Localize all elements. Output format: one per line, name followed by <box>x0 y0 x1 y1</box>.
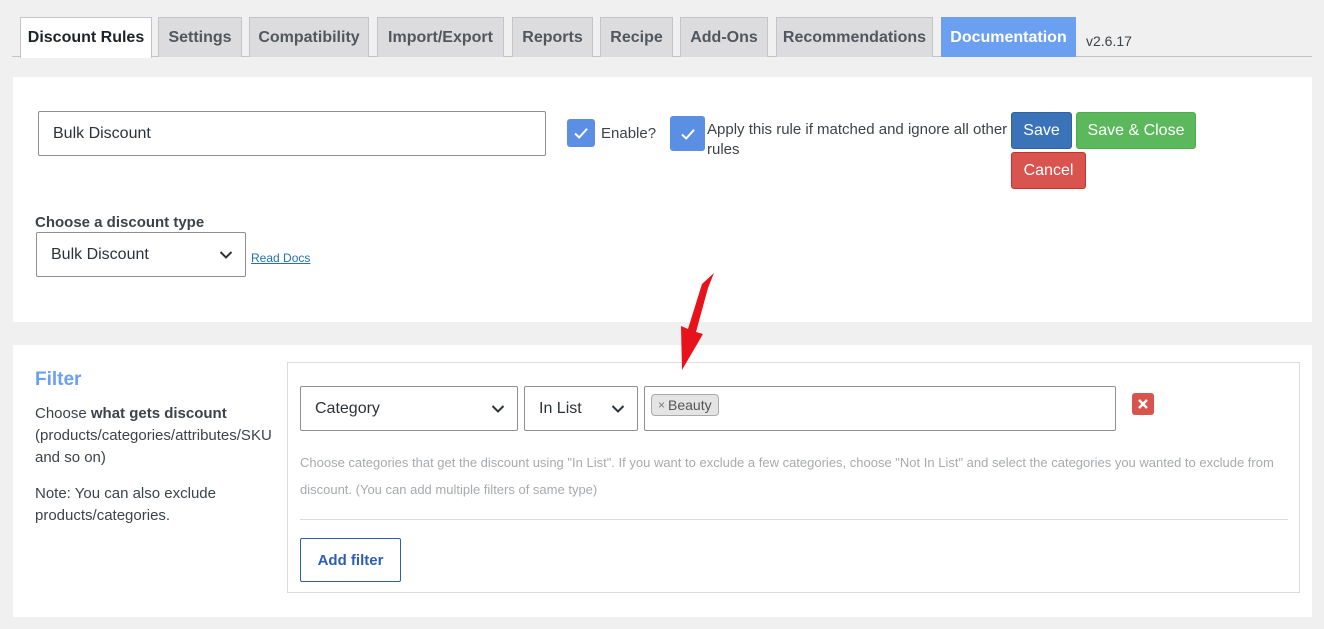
selected-tag: × Beauty <box>651 394 719 416</box>
read-docs-link[interactable]: Read Docs <box>251 251 310 265</box>
red-arrow-icon <box>681 273 714 370</box>
version-label: v2.6.17 <box>1086 33 1132 49</box>
tab-documentation[interactable]: Documentation <box>941 17 1076 57</box>
tab-import-export[interactable]: Import/Export <box>377 17 504 57</box>
chevron-down-icon <box>611 404 625 413</box>
filter-box: Category In List × Beauty Choose categor… <box>287 362 1300 593</box>
save-button[interactable]: Save <box>1011 112 1072 149</box>
tab-add-ons[interactable]: Add-Ons <box>680 17 768 57</box>
add-filter-button[interactable]: Add filter <box>300 538 401 582</box>
chevron-down-icon <box>219 250 233 259</box>
remove-filter-button[interactable] <box>1132 393 1154 415</box>
tab-reports[interactable]: Reports <box>512 17 593 57</box>
tab-recommendations[interactable]: Recommendations <box>776 17 933 57</box>
close-icon <box>1138 399 1148 409</box>
enable-checkbox[interactable] <box>567 119 595 147</box>
discount-type-label: Choose a discount type <box>35 214 205 231</box>
exclusive-checkbox[interactable] <box>670 116 705 151</box>
rule-panel: Enable? Apply this rule if matched and i… <box>13 77 1312 322</box>
discount-type-select[interactable]: Bulk Discount <box>36 232 246 277</box>
exclusive-label: Apply this rule if matched and ignore al… <box>707 121 1008 158</box>
category-multiselect[interactable]: × Beauty <box>644 386 1116 431</box>
filter-method-select[interactable]: In List <box>524 386 638 431</box>
check-icon <box>680 128 695 140</box>
filter-note: Note: You can also exclude products/cate… <box>35 485 216 524</box>
filter-panel: Filter Choose what gets discount (produc… <box>13 345 1312 617</box>
cancel-button[interactable]: Cancel <box>1011 152 1086 189</box>
tab-discount-rules[interactable]: Discount Rules <box>20 17 152 58</box>
enable-label: Enable? <box>601 125 657 142</box>
tag-remove-icon[interactable]: × <box>658 398 665 412</box>
check-icon <box>574 128 588 139</box>
tag-label: Beauty <box>668 397 712 413</box>
filter-method-value: In List <box>539 399 582 417</box>
filter-type-select[interactable]: Category <box>300 386 518 431</box>
save-close-button[interactable]: Save & Close <box>1076 112 1196 149</box>
rule-name-input[interactable] <box>38 111 546 156</box>
tab-recipe[interactable]: Recipe <box>600 17 673 57</box>
divider <box>300 519 1288 520</box>
filter-type-value: Category <box>315 399 380 417</box>
tab-compatibility[interactable]: Compatibility <box>249 17 369 57</box>
chevron-down-icon <box>491 404 505 413</box>
filter-description: Choose what gets discount (products/cate… <box>35 405 272 466</box>
filter-hint: Choose categories that get the discount … <box>300 455 1274 497</box>
filter-title: Filter <box>35 369 82 390</box>
tab-settings[interactable]: Settings <box>158 17 242 57</box>
discount-type-value: Bulk Discount <box>51 245 149 263</box>
